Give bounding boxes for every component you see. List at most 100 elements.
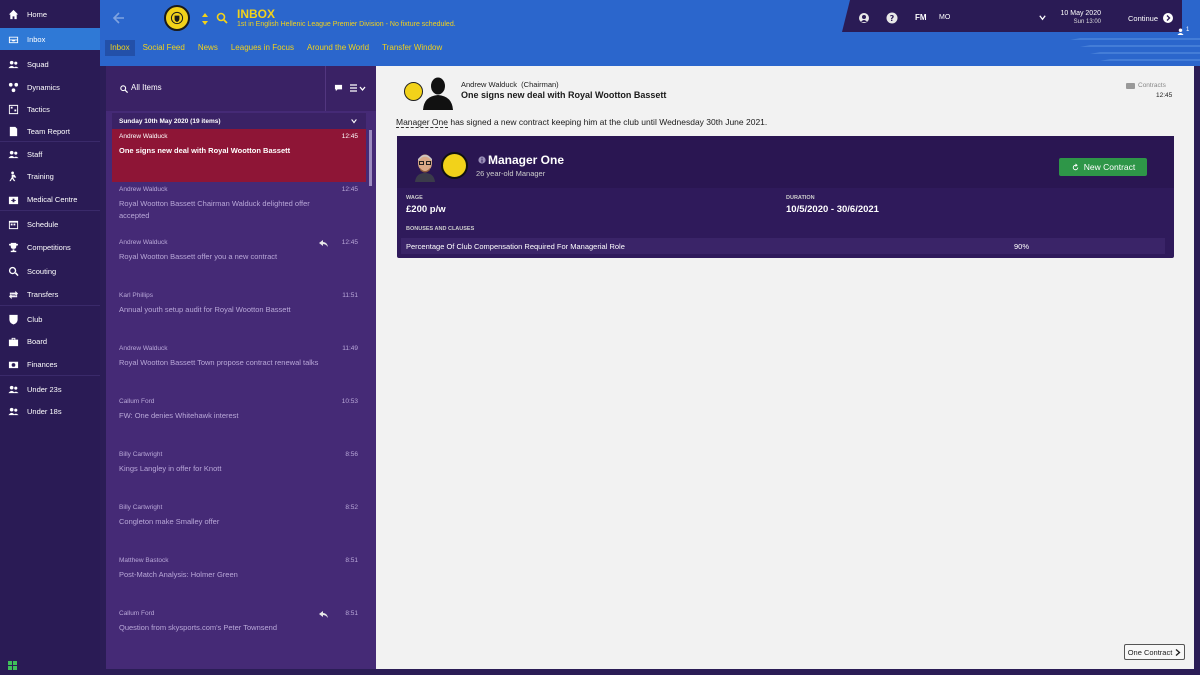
list-item[interactable]: Andrew Walduck 12:45 One signs new deal … [112,129,366,182]
sidebar-item-competitions[interactable]: Competitions [0,236,100,258]
social-icon[interactable] [858,12,870,24]
message-time: 8:51 [345,610,358,617]
list-item[interactable]: Andrew Walduck 12:45 Royal Wootton Basse… [112,182,366,235]
message-sender: Andrew Walduck [119,133,168,140]
manager-name[interactable]: Manager One [488,153,564,167]
message-subject: One signs new deal with Royal Wootton Ba… [119,146,291,155]
club-badge[interactable] [441,152,468,179]
club-badge[interactable] [164,5,190,31]
sidebar-item-label: Home [27,9,48,19]
sender-avatar[interactable] [420,74,456,110]
message-sender: Callum Ford [119,610,155,617]
message-sender: Andrew Walduck [119,345,168,352]
sidebar-item-club[interactable]: Club [0,308,100,330]
sidebar-item-board[interactable]: Board [0,330,100,352]
bonuses-label: BONUSES AND CLAUSES [406,226,475,232]
sidebar-item-dynamics[interactable]: Dynamics [0,76,100,98]
message-sender: Callum Ford [119,398,155,405]
manager-link[interactable]: Manager One [396,117,448,128]
back-arrow-icon[interactable] [110,10,126,26]
sidebar-item-label: Staff [27,149,43,159]
message-time: 8:56 [345,451,358,458]
sidebar-item-schedule[interactable]: Schedule [0,213,100,235]
message-subject: Royal Wootton Bassett Chairman Walduck d… [119,199,310,220]
menu-options-icon[interactable] [350,84,366,92]
sidebar-item-scouting[interactable]: Scouting [0,260,100,282]
contract-icon [1126,83,1135,89]
message-time: 11:49 [342,345,358,352]
sidebar-item-under-23s[interactable]: Under 23s [0,378,100,400]
inbox-list-panel: All Items Sunday 10th May 2020 (19 items… [106,66,376,669]
sidebar-item-finances[interactable]: Finances [0,353,100,375]
sidebar-item-label: Training [27,171,54,181]
grid-icon[interactable] [8,661,17,670]
bonus-value: 90% [1014,242,1030,251]
refresh-icon [1072,162,1078,170]
help-icon[interactable]: ? [886,12,898,24]
list-item[interactable]: Callum Ford 10:53 FW: One denies Whiteha… [112,394,366,447]
tab-transfer-window[interactable]: Transfer Window [377,40,447,56]
current-date: 10 May 2020 [1060,10,1101,17]
sidebar-item-label: Dynamics [27,82,60,92]
search-icon[interactable] [120,85,128,93]
list-item[interactable]: Billy Cartwright 8:52 Congleton make Sma… [112,500,366,553]
sidebar-item-training[interactable]: Training [0,165,100,187]
one-contract-button[interactable]: One Contract [1124,644,1185,660]
sidebar-item-transfers[interactable]: Transfers [0,283,100,305]
fm-logo[interactable]: FM [915,13,927,22]
bonus-name: Percentage Of Club Compensation Required… [406,242,625,251]
sidebar-item-squad[interactable]: Squad [0,53,100,75]
message-time: 8:51 [345,557,358,564]
sidebar-item-under-18s[interactable]: Under 18s [0,400,100,422]
sidebar-item-team-report[interactable]: Team Report [0,120,100,142]
tab-leagues-in-focus[interactable]: Leagues in Focus [226,40,299,56]
list-item[interactable]: Karl Phillips 11:51 Annual youth setup a… [112,288,366,341]
manager-initials[interactable]: MO [939,14,950,21]
list-item[interactable]: Billy Cartwright 8:56 Kings Langley in o… [112,447,366,500]
new-contract-button[interactable]: New Contract [1059,158,1147,176]
list-item[interactable]: Matthew Bastock 8:51 Post-Match Analysis… [112,553,366,606]
tab-around-the-world[interactable]: Around the World [302,40,374,56]
chevron-down-icon[interactable] [1038,13,1047,22]
sidebar-item-inbox[interactable]: Inbox [0,28,100,50]
user-count: 1 [1186,27,1190,33]
sidebar-item-tactics[interactable]: Tactics [0,98,100,120]
new-contract-label: New Contract [1083,162,1136,172]
tab-inbox[interactable]: Inbox [105,40,135,56]
sidebar-item-medical-centre[interactable]: Medical Centre [0,188,100,210]
message-sender: Andrew Walduck (Chairman) [461,80,559,89]
inbox-filter-label[interactable]: All Items [131,83,162,92]
home-icon [6,7,20,21]
chevron-down-icon[interactable] [350,117,358,125]
message-time: 11:51 [342,292,358,299]
chat-icon[interactable] [334,84,343,92]
header-decoration [1070,38,1200,61]
duration-label: DURATION [786,195,815,201]
manager-photo[interactable] [414,152,436,182]
tab-news[interactable]: News [193,40,223,56]
message-sender: Billy Cartwright [119,504,163,511]
sidebar-item-label: Inbox [27,34,46,44]
tab-bar: Inbox Social Feed News Leagues in Focus … [100,40,447,60]
list-scrollbar[interactable] [369,130,372,186]
one-contract-label: One Contract [1127,647,1173,657]
continue-arrow-icon[interactable] [1163,13,1173,23]
day-group-label: Sunday 10th May 2020 (19 items) [119,117,221,125]
message-time: 12:45 [1156,92,1173,99]
sidebar-item-staff[interactable]: Staff [0,143,100,165]
list-item[interactable]: Andrew Walduck 12:45 Royal Wootton Basse… [112,235,366,288]
list-item[interactable]: Callum Ford 8:51 Question from skysports… [112,606,366,659]
tab-social-feed[interactable]: Social Feed [138,40,190,56]
list-item[interactable]: Andrew Walduck 11:49 Royal Wootton Basse… [112,341,366,394]
day-group-header[interactable]: Sunday 10th May 2020 (19 items) [112,113,366,129]
sidebar-item-home[interactable]: Home [0,3,100,25]
toolbar-divider [325,66,326,111]
sidebar-item-label: Competitions [27,242,71,252]
manager-description: 26 year-old Manager [476,169,546,178]
info-icon[interactable] [478,156,486,164]
search-icon[interactable] [216,12,228,24]
club-switch-icon[interactable] [200,10,210,28]
sender-name[interactable]: Andrew Walduck [461,80,517,89]
status-panel: ? FM MO 10 May 2020 Sun 13:00 Continue [842,0,1182,32]
continue-button[interactable]: Continue [1128,14,1158,23]
